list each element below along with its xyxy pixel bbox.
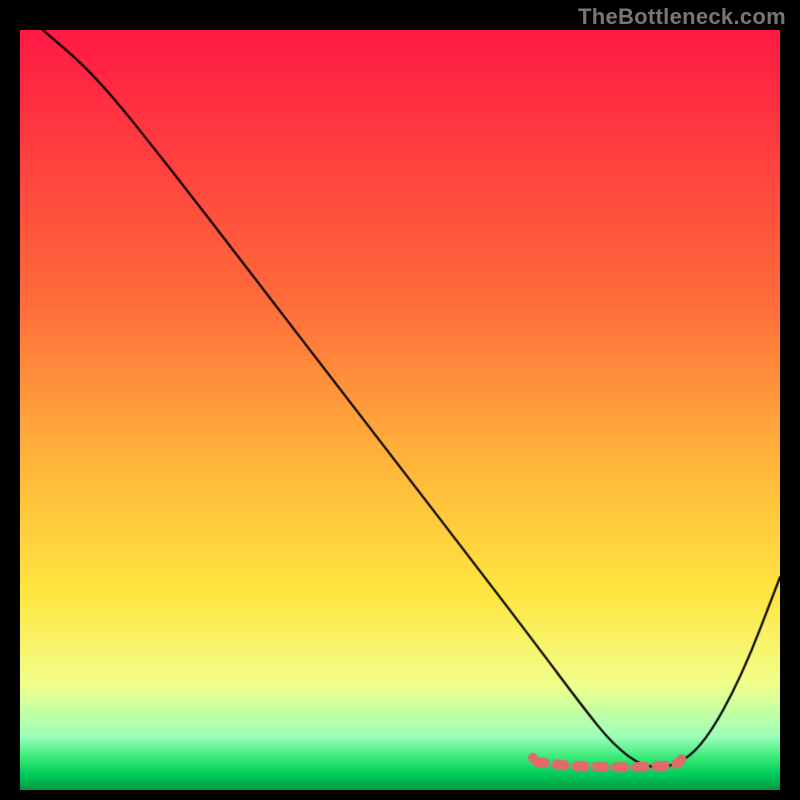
chart-frame: TheBottleneck.com — [0, 0, 800, 800]
curve-canvas — [20, 30, 780, 790]
watermark-text: TheBottleneck.com — [578, 4, 786, 30]
plot-area — [20, 30, 780, 790]
